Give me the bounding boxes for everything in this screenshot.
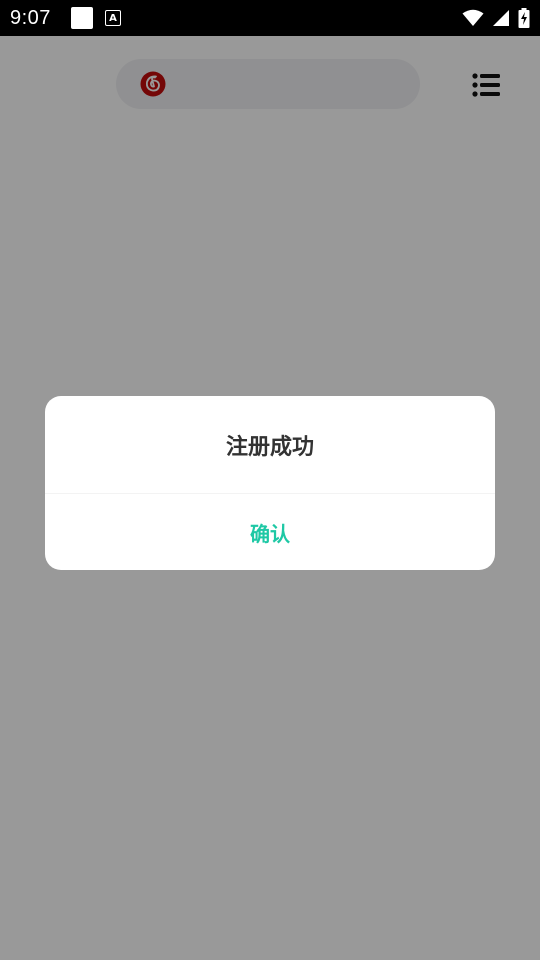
notification-square-icon (70, 7, 93, 29)
accessibility-notification-icon: A (104, 10, 121, 26)
status-time: 9:07 (10, 6, 51, 29)
battery-charging-icon (518, 8, 530, 28)
dialog-title: 注册成功 (225, 434, 314, 460)
status-bar: 9:07 A (0, 0, 540, 36)
status-system-icons (462, 8, 530, 28)
status-notifications: A (70, 7, 121, 29)
confirm-button[interactable]: 确认 (45, 494, 495, 570)
notification-letter: A (109, 12, 117, 24)
cell-signal-icon (493, 10, 509, 26)
wifi-icon (462, 9, 484, 26)
success-dialog: 注册成功 确认 (45, 396, 495, 570)
